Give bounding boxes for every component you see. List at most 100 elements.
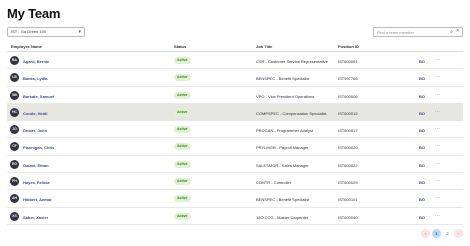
position-id: IST600029 xyxy=(338,180,358,186)
avatar: FH xyxy=(10,177,19,187)
job-title: CONTR - Controller xyxy=(256,180,292,186)
table-row[interactable]: BA Agard, Bernie Active CSR - Customer Serv… xyxy=(7,52,463,70)
bo-link[interactable]: BO xyxy=(419,111,425,116)
job-title: BENSPEC - Benefit Specialist xyxy=(256,197,310,203)
avatar: AH xyxy=(10,194,19,204)
employee-name-link[interactable]: Flannigan, Chris xyxy=(23,145,54,150)
position-id: IST600091 xyxy=(338,59,358,64)
header-position-id[interactable]: Position ID xyxy=(338,44,359,49)
search-input[interactable] xyxy=(377,29,445,36)
table-row[interactable]: AH Hibbert, Anmar Active BENSPEC - Benefit … xyxy=(7,190,463,208)
status-badge: Active xyxy=(174,195,191,203)
position-id: IST997766 xyxy=(338,76,358,82)
more-horizontal-icon[interactable]: ⋯ xyxy=(435,178,440,184)
close-icon[interactable]: × xyxy=(456,28,459,34)
avatar: BA xyxy=(10,56,19,65)
team-table: Employee Name Status Job Title Position … xyxy=(7,41,463,225)
table-row[interactable]: CF Flannigan, Chris Active PRYLMGR - Payrol… xyxy=(7,138,463,156)
more-horizontal-icon[interactable]: ⋯ xyxy=(435,74,440,80)
table-row[interactable]: JD Dexter, John Active PROGAN - Programmer … xyxy=(7,121,463,139)
employee-name-link[interactable]: Conde, Heidi xyxy=(23,111,47,116)
status-badge: Active xyxy=(174,57,191,64)
more-horizontal-icon[interactable]: ⋯ xyxy=(435,57,440,63)
status-badge: Active xyxy=(174,143,191,151)
team-select[interactable]: IST - Go Green 100 ▾ xyxy=(7,27,85,37)
position-id: IST600101 xyxy=(338,197,358,203)
search-box: ⌕ × xyxy=(373,27,463,37)
employee-name-link[interactable]: Banks, Lydia xyxy=(23,76,48,81)
more-horizontal-icon[interactable]: ⋯ xyxy=(435,213,440,219)
table-row[interactable]: LB Banks, Lydia Active BENSPEC - Benefit Sp… xyxy=(7,69,463,87)
position-id: IST600012 xyxy=(338,110,358,116)
next-page-button[interactable]: › xyxy=(454,229,463,238)
bo-link[interactable]: BO xyxy=(419,76,425,81)
table-row[interactable]: FH Hayes, Felicia Active CONTR - Controller… xyxy=(7,173,463,191)
team-select-value: IST - Go Green 100 xyxy=(11,29,47,34)
employee-name-link[interactable]: Barkate, Samuel xyxy=(23,94,54,99)
job-title: CSR - Customer Service Representative xyxy=(256,59,328,64)
more-horizontal-icon[interactable]: ⋯ xyxy=(435,92,440,98)
page-title: My Team xyxy=(7,6,61,21)
bo-link[interactable]: BO xyxy=(419,145,425,150)
header-status[interactable]: Status xyxy=(174,44,186,49)
bo-link[interactable]: BO xyxy=(419,180,425,185)
status-badge: Active xyxy=(174,126,191,134)
table-row[interactable]: EG Galani, Ethan Active SALESMGR - Sales Ma… xyxy=(7,156,463,174)
header-job-title[interactable]: Job Title xyxy=(256,44,272,49)
job-title: PROGAN - Programmer Analyst xyxy=(256,128,314,134)
more-horizontal-icon[interactable]: ⋯ xyxy=(435,109,440,115)
search-icon[interactable]: ⌕ xyxy=(450,29,453,35)
status-badge: Active xyxy=(174,108,191,116)
avatar: XS xyxy=(10,211,19,221)
page: My Team IST - Go Green 100 ▾ ⌕ × Employe… xyxy=(0,0,470,246)
position-id: IST600020 xyxy=(338,145,358,151)
job-title: BENSPEC - Benefit Specialist xyxy=(256,76,310,82)
position-id: IST600022 xyxy=(338,162,358,168)
employee-name-link[interactable]: Saber, Xavier xyxy=(23,215,48,220)
employee-name-link[interactable]: Galani, Ethan xyxy=(23,163,49,168)
job-title: VPO - Vice President Operations xyxy=(256,93,315,99)
bo-link[interactable]: BO xyxy=(419,197,425,202)
more-horizontal-icon[interactable]: ⋯ xyxy=(435,195,440,201)
table-body: BA Agard, Bernie Active CSR - Customer Serv… xyxy=(7,52,463,225)
table-header: Employee Name Status Job Title Position … xyxy=(7,41,463,52)
table-row[interactable]: SB Barkate, Samuel Active VPO - Vice Presid… xyxy=(7,87,463,104)
status-badge: Active xyxy=(174,178,191,186)
employee-name-link[interactable]: Dexter, John xyxy=(23,128,47,133)
avatar: SB xyxy=(10,90,19,100)
chevron-down-icon: ▾ xyxy=(78,29,81,35)
employee-name-link[interactable]: Agard, Bernie xyxy=(23,59,49,64)
bo-link[interactable]: BO xyxy=(419,215,425,220)
avatar: JD xyxy=(10,125,19,135)
job-title: 15O CCG - Master Carpenter xyxy=(256,214,309,220)
position-id: IST600017 xyxy=(338,128,358,134)
page-1-button[interactable]: 1 xyxy=(432,229,441,238)
position-id: IST600040 xyxy=(338,214,358,220)
table-row[interactable]: HC Conde, Heidi Active COMPSPEC - Compensat… xyxy=(7,103,463,122)
bo-link[interactable]: BO xyxy=(419,94,425,99)
header-employee-name[interactable]: Employee Name xyxy=(11,44,42,49)
table-row[interactable]: XS Saber, Xavier Active 15O CCG - Master Ca… xyxy=(7,208,463,225)
status-badge: Active xyxy=(174,160,191,168)
job-title: PRYLMGR - Payroll Manager xyxy=(256,145,309,151)
more-horizontal-icon[interactable]: ⋯ xyxy=(435,143,440,149)
more-horizontal-icon[interactable]: ⋯ xyxy=(435,161,440,167)
bo-link[interactable]: BO xyxy=(419,163,425,168)
toolbar: IST - Go Green 100 ▾ ⌕ × xyxy=(7,27,463,37)
employee-name-link[interactable]: Hayes, Felicia xyxy=(23,180,49,185)
avatar: HC xyxy=(10,107,19,117)
page-2-button[interactable]: 2 xyxy=(443,229,452,238)
avatar: CF xyxy=(10,142,19,152)
bo-link[interactable]: BO xyxy=(419,128,425,133)
status-badge: Active xyxy=(174,91,191,99)
status-badge: Active xyxy=(174,212,191,220)
job-title: SALESMGR - Sales Manager xyxy=(256,162,309,168)
employee-name-link[interactable]: Hibbert, Anmar xyxy=(23,197,52,202)
more-horizontal-icon[interactable]: ⋯ xyxy=(435,126,440,132)
job-title: COMPSPEC - Compensation Specialist xyxy=(256,110,327,116)
prev-page-button[interactable]: ‹ xyxy=(421,229,430,238)
bo-link[interactable]: BO xyxy=(419,59,425,64)
status-badge: Active xyxy=(174,74,191,82)
avatar: LB xyxy=(10,73,19,83)
avatar: EG xyxy=(10,159,19,169)
